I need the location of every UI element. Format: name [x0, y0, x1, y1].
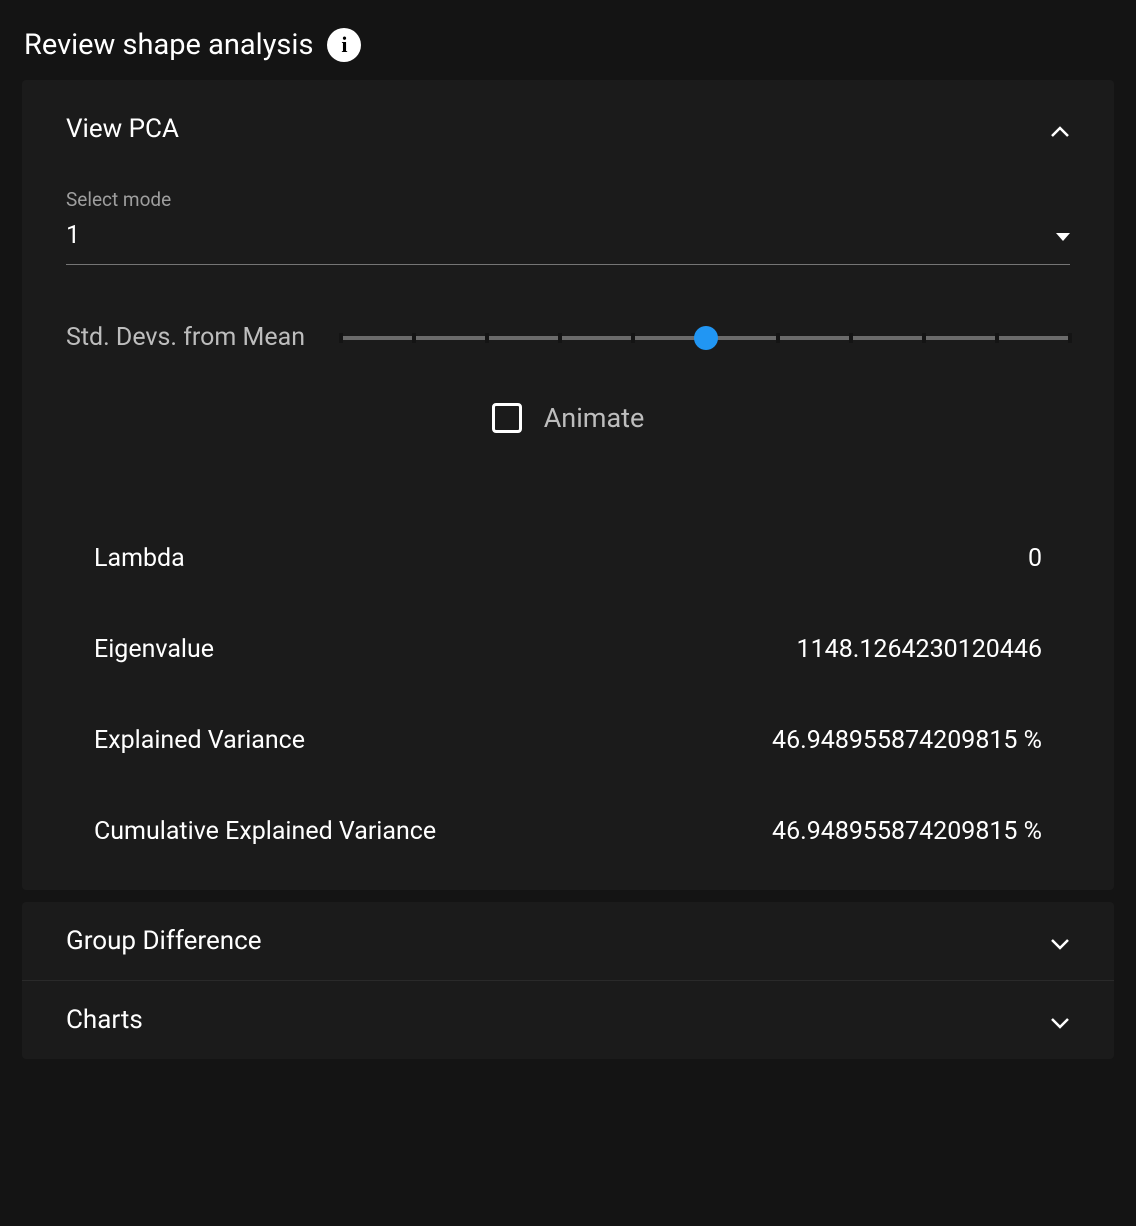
slider-thumb[interactable]: [694, 326, 718, 350]
stat-value: 0: [1028, 544, 1042, 573]
chevron-down-icon: [1050, 935, 1070, 947]
pca-panel: View PCA Select mode 1 Std. Devs. from M…: [22, 80, 1114, 890]
stat-label: Lambda: [94, 544, 185, 573]
chevron-down-icon: [1050, 1014, 1070, 1026]
charts-panel-header[interactable]: Charts: [22, 981, 1114, 1059]
dropdown-arrow-icon: [1056, 226, 1070, 245]
stddev-slider-label: Std. Devs. from Mean: [66, 323, 305, 352]
chevron-up-icon: [1050, 123, 1070, 135]
page-title: Review shape analysis: [24, 28, 313, 62]
page-header: Review shape analysis i: [0, 0, 1136, 80]
slider-tick: [849, 333, 853, 343]
select-mode-label: Select mode: [66, 188, 1070, 211]
stat-value: 1148.1264230120446: [797, 635, 1042, 664]
charts-panel-title: Charts: [66, 1005, 143, 1035]
stddev-slider[interactable]: [341, 328, 1070, 348]
slider-tick: [558, 333, 562, 343]
slider-tick: [995, 333, 999, 343]
pca-panel-title: View PCA: [66, 114, 179, 144]
select-mode-value: 1: [66, 221, 80, 250]
info-icon[interactable]: i: [327, 28, 361, 62]
stat-row: Lambda 0: [94, 544, 1042, 573]
stat-row: Eigenvalue 1148.1264230120446: [94, 635, 1042, 664]
slider-tick: [339, 333, 343, 343]
stat-row: Explained Variance 46.948955874209815 %: [94, 726, 1042, 755]
slider-tick: [1068, 333, 1072, 343]
group-difference-panel-header[interactable]: Group Difference: [22, 902, 1114, 980]
slider-tick: [412, 333, 416, 343]
group-difference-panel-title: Group Difference: [66, 926, 262, 956]
slider-tick: [922, 333, 926, 343]
animate-label: Animate: [544, 402, 645, 434]
stat-label: Cumulative Explained Variance: [94, 817, 436, 846]
stddev-slider-row: Std. Devs. from Mean: [66, 323, 1070, 352]
group-difference-panel: Group Difference Charts: [22, 902, 1114, 1059]
pca-panel-header[interactable]: View PCA: [22, 80, 1114, 168]
stat-row: Cumulative Explained Variance 46.9489558…: [94, 817, 1042, 846]
slider-tick: [485, 333, 489, 343]
slider-tick: [631, 333, 635, 343]
animate-checkbox[interactable]: [492, 403, 522, 433]
stat-value: 46.948955874209815 %: [772, 817, 1042, 846]
stat-label: Eigenvalue: [94, 635, 214, 664]
animate-row: Animate: [66, 402, 1070, 434]
slider-tick: [776, 333, 780, 343]
stat-label: Explained Variance: [94, 726, 305, 755]
select-mode-dropdown[interactable]: 1: [66, 217, 1070, 265]
pca-stats: Lambda 0 Eigenvalue 1148.1264230120446 E…: [66, 544, 1070, 846]
stat-value: 46.948955874209815 %: [772, 726, 1042, 755]
pca-panel-body: Select mode 1 Std. Devs. from Mean: [22, 188, 1114, 890]
